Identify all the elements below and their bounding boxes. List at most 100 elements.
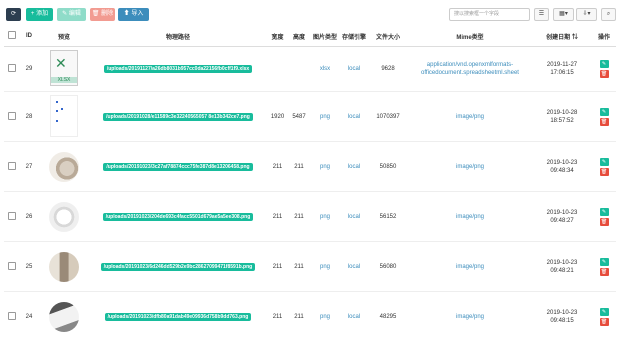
table-row[interactable]: 27/uploads/20191023/3c27af78874ccc75fe38…	[4, 141, 616, 192]
table-row[interactable]: 29 ✕ XLSX/uploads/20191127/a26db8031b957cc…	[4, 46, 616, 92]
refresh-button[interactable]: ⟳	[6, 8, 21, 21]
path-label[interactable]: /uploads/20191023/204de693c4facc5501d679…	[102, 212, 254, 221]
cell-preview[interactable]	[39, 241, 89, 292]
cell-size: 48295	[368, 291, 408, 341]
trash-icon: 🗑	[600, 268, 608, 275]
cell-type[interactable]: png	[310, 291, 340, 341]
table-row[interactable]: 25/uploads/20191023/6d246dd529b2e9bc2862…	[4, 241, 616, 292]
search-toggle-button[interactable]: ⌕	[601, 8, 616, 21]
edit-row-button[interactable]: ✎	[599, 307, 609, 316]
cell-storage[interactable]: local	[340, 141, 368, 192]
select-all-checkbox[interactable]	[4, 26, 19, 47]
row-checkbox[interactable]	[4, 291, 19, 341]
toolbar: ⟳ + 添加 ✎ 编辑 🗑 删除 ⬆ 导入 搜以搜索框一个字段 ☰ ▦▾ ⇩▾ …	[0, 0, 624, 26]
cell-id: 26	[19, 191, 39, 242]
cell-storage[interactable]: local	[340, 291, 368, 341]
cell-mime[interactable]: image/png	[408, 291, 532, 341]
export-button[interactable]: ⇩▾	[576, 8, 597, 21]
table-row[interactable]: 26/uploads/20191023/204de693c4facc5501d6…	[4, 191, 616, 242]
cell-date: 2019-10-23 09:48:27	[532, 191, 592, 242]
delete-button[interactable]: 🗑 删除	[90, 8, 115, 21]
cell-actions: ✎ 🗑	[592, 141, 616, 192]
path-label[interactable]: /uploads/20191023/3c27af78874ccc75fe387d…	[103, 162, 253, 171]
cell-mime[interactable]: image/png	[408, 241, 532, 292]
delete-row-button[interactable]: 🗑	[599, 217, 609, 226]
cell-preview[interactable]	[39, 191, 89, 242]
add-button[interactable]: + 添加	[26, 8, 53, 21]
row-checkbox[interactable]	[4, 241, 19, 292]
delete-row-button[interactable]: 🗑	[599, 167, 609, 176]
edit-row-button[interactable]: ✎	[599, 107, 609, 116]
cell-actions: ✎ 🗑	[592, 191, 616, 242]
cell-type[interactable]: png	[310, 141, 340, 192]
import-button[interactable]: ⬆ 导入	[118, 8, 149, 21]
cell-type[interactable]: png	[310, 191, 340, 242]
edit-row-button[interactable]: ✎	[599, 257, 609, 266]
row-checkbox[interactable]	[4, 46, 19, 92]
delete-row-button[interactable]: 🗑	[599, 317, 609, 326]
edit-button[interactable]: ✎ 编辑	[57, 8, 86, 21]
cell-date: 2019-11-27 17:06:15	[532, 46, 592, 92]
image-thumbnail	[49, 301, 79, 332]
refresh-icon: ⟳	[10, 11, 17, 17]
image-thumbnail	[49, 201, 79, 232]
search-input[interactable]: 搜以搜索框一个字段	[449, 8, 530, 21]
cell-preview[interactable]: ✕ XLSX	[39, 46, 89, 92]
edit-row-button[interactable]: ✎	[599, 207, 609, 216]
cell-preview[interactable]	[39, 141, 89, 192]
image-thumbnail	[49, 251, 79, 282]
cell-path[interactable]: /uploads/20191127/a26db8031b957cc0da2215…	[89, 46, 267, 92]
cell-type[interactable]: png	[310, 91, 340, 142]
cell-path[interactable]: /uploads/20191023/dfb80a91dab49e09936d75…	[89, 291, 267, 341]
cell-height	[288, 46, 310, 92]
path-label[interactable]: /uploads/20191028/e11589c3e32240565057 8…	[103, 112, 253, 121]
cell-path[interactable]: /uploads/20191023/204de693c4facc5501d679…	[89, 191, 267, 242]
trash-icon: 🗑	[600, 168, 608, 175]
header-date[interactable]: 创建日期 ⇅	[532, 26, 592, 47]
path-label[interactable]: /uploads/20191023/dfb80a91dab49e09936d75…	[104, 312, 252, 321]
cell-preview[interactable]	[39, 291, 89, 341]
cell-type[interactable]: xlsx	[310, 46, 340, 92]
header-type: 图片类型	[310, 26, 340, 47]
row-checkbox[interactable]	[4, 141, 19, 192]
columns-button[interactable]: ▦▾	[553, 8, 574, 21]
cell-id: 24	[19, 291, 39, 341]
toggle-view-button[interactable]: ☰	[534, 8, 549, 21]
header-id[interactable]: ID	[19, 26, 39, 47]
table-header: ID 预览 物理路径 宽度 高度 图片类型 存储引擎 文件大小 Mime类型 创…	[4, 26, 616, 47]
cell-mime[interactable]: image/png	[408, 141, 532, 192]
cell-storage[interactable]: local	[340, 91, 368, 142]
delete-row-button[interactable]: 🗑	[599, 267, 609, 276]
pencil-icon: ✎	[601, 258, 607, 265]
table-row[interactable]: 24/uploads/20191023/dfb80a91dab49e09936d…	[4, 291, 616, 341]
cell-storage[interactable]: local	[340, 241, 368, 292]
list-icon: ☰	[538, 11, 545, 17]
cell-storage[interactable]: local	[340, 191, 368, 242]
cell-storage[interactable]: local	[340, 46, 368, 92]
cell-path[interactable]: /uploads/20191028/e11589c3e32240565057 8…	[89, 91, 267, 142]
search-icon: ⌕	[606, 11, 611, 17]
edit-row-button[interactable]: ✎	[599, 157, 609, 166]
cell-path[interactable]: /uploads/20191023/3c27af78874ccc75fe387d…	[89, 141, 267, 192]
cell-preview[interactable]	[39, 91, 89, 142]
cell-width: 211	[267, 141, 288, 192]
cell-mime[interactable]: application/vnd.openxmlformats-officedoc…	[408, 46, 532, 92]
header-preview: 预览	[39, 26, 89, 47]
row-checkbox[interactable]	[4, 91, 19, 142]
delete-row-button[interactable]: 🗑	[599, 117, 609, 126]
row-checkbox[interactable]	[4, 191, 19, 242]
cell-mime[interactable]: image/png	[408, 91, 532, 142]
path-label[interactable]: /uploads/20191023/6d246dd529b2e9bc286270…	[100, 262, 256, 271]
cell-type[interactable]: png	[310, 241, 340, 292]
trash-icon: 🗑	[600, 218, 608, 225]
delete-row-button[interactable]: 🗑	[599, 70, 609, 78]
path-label[interactable]: /uploads/20191127/a26db8031b957cc0da2215…	[103, 65, 253, 73]
cell-mime[interactable]: image/png	[408, 191, 532, 242]
cell-width	[267, 46, 288, 92]
file-thumbnail: ✕ XLSX	[50, 50, 78, 86]
edit-row-button[interactable]: ✎	[599, 60, 609, 68]
cell-date: 2019-10-23 09:48:21	[532, 241, 592, 292]
cell-actions: ✎ 🗑	[592, 291, 616, 341]
cell-path[interactable]: /uploads/20191023/6d246dd529b2e9bc286270…	[89, 241, 267, 292]
table-row[interactable]: 28/uploads/20191028/e11589c3e32240565057…	[4, 91, 616, 142]
